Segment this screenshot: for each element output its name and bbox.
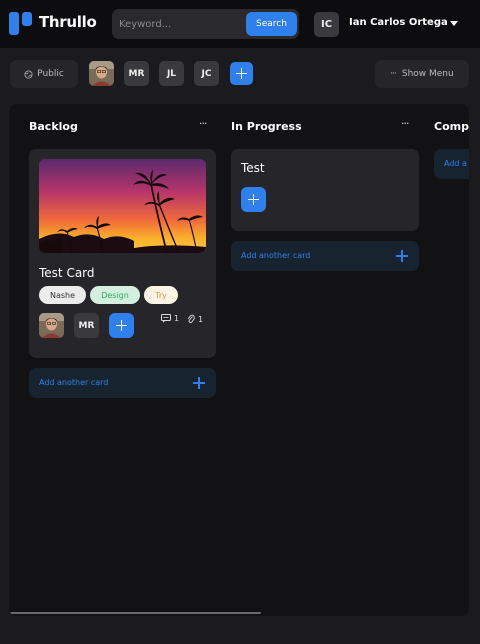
add-member-button[interactable]	[230, 62, 253, 85]
card-comment-count: 1	[161, 314, 179, 323]
plus-icon	[396, 250, 408, 262]
card-label: Nashe	[39, 286, 86, 304]
card-label: Try	[144, 286, 178, 304]
globe-icon	[24, 69, 33, 79]
paperclip-icon	[187, 314, 195, 324]
list-title-backlog: Backlog	[29, 120, 78, 133]
more-horizontal-icon[interactable]: ···	[199, 117, 207, 130]
show-menu-label: Show Menu	[401, 69, 454, 79]
search-button[interactable]: Search	[246, 12, 297, 36]
attachment-count: 1	[198, 314, 204, 324]
card-attachment-count: 1	[187, 314, 203, 324]
card-test-card[interactable]: Test Card Nashe Design Try MR 1 1	[29, 149, 216, 358]
member-avatar[interactable]: MR	[124, 61, 149, 86]
card-label: Design	[90, 286, 140, 304]
more-horizontal-icon: ···	[390, 69, 397, 79]
app-name: Thrullo	[39, 13, 97, 31]
comment-icon	[161, 314, 171, 323]
list-title-in-progress: In Progress	[231, 120, 302, 133]
card-member-photo-avatar	[39, 313, 64, 338]
add-card-label: Add another card	[39, 378, 109, 387]
plus-icon	[193, 377, 205, 389]
card-label-text: Try	[155, 290, 167, 300]
list-title-completed: Comp	[434, 120, 469, 133]
card-label-text: Nashe	[49, 290, 76, 300]
add-card-label: Add another card	[241, 251, 311, 260]
plus-icon	[248, 194, 259, 205]
card-add-member-button[interactable]	[109, 313, 134, 338]
board: Backlog ··· Test Card Nashe Design Try M…	[9, 104, 469, 616]
comment-count: 1	[174, 314, 180, 323]
chevron-down-icon[interactable]	[450, 21, 458, 26]
horizontal-scrollbar[interactable]	[9, 612, 261, 614]
more-horizontal-icon[interactable]: ···	[401, 117, 409, 130]
top-bar: Thrullo Search IC Ian Carlos Ortega	[0, 0, 480, 48]
search-bar: Search	[112, 9, 299, 39]
search-input[interactable]	[112, 9, 242, 39]
card-member-avatar: MR	[74, 313, 99, 338]
logo-icon	[9, 12, 33, 35]
card-cover-image	[39, 159, 206, 253]
plus-icon	[236, 68, 247, 79]
card-title[interactable]: Test	[241, 161, 265, 175]
card-title[interactable]: Test Card	[39, 266, 95, 280]
user-avatar[interactable]: IC	[314, 12, 339, 37]
show-menu-button[interactable]: ··· Show Menu	[375, 60, 469, 88]
plus-icon	[116, 320, 127, 331]
member-photo-avatar[interactable]	[89, 61, 114, 86]
member-avatar[interactable]: JL	[159, 61, 184, 86]
add-card-button-backlog[interactable]: Add another card	[29, 368, 216, 398]
add-card-label: Add a	[444, 159, 467, 168]
visibility-label: Public	[37, 69, 64, 79]
add-card-button-completed[interactable]: Add a	[434, 149, 469, 179]
card-test[interactable]: Test	[231, 149, 419, 231]
card-label-text: Design	[101, 290, 129, 300]
card-add-button[interactable]	[241, 187, 266, 212]
add-card-button-in-progress[interactable]: Add another card	[231, 241, 419, 271]
visibility-button[interactable]: Public	[10, 60, 78, 88]
user-name[interactable]: Ian Carlos Ortega	[349, 17, 448, 28]
member-avatar[interactable]: JC	[194, 61, 219, 86]
